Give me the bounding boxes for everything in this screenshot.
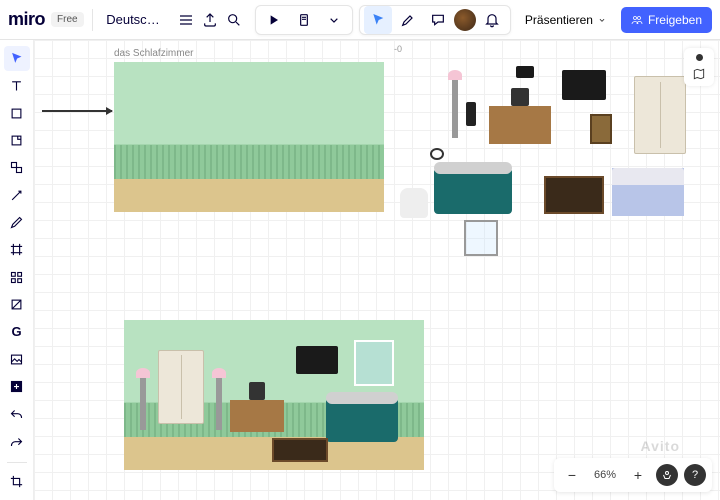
mode-group bbox=[359, 5, 511, 35]
picture-frame-image[interactable] bbox=[590, 114, 612, 144]
speaker-image[interactable] bbox=[466, 102, 476, 126]
room-frame-empty[interactable] bbox=[114, 62, 384, 212]
clipboard-icon[interactable] bbox=[290, 6, 318, 34]
search-icon[interactable] bbox=[225, 6, 243, 34]
line-tool[interactable] bbox=[4, 183, 30, 208]
chevron-down-icon bbox=[597, 15, 607, 25]
placed-bed[interactable] bbox=[326, 398, 398, 442]
placed-tv[interactable] bbox=[296, 346, 338, 374]
furniture-palette[interactable] bbox=[394, 58, 694, 248]
crop-tool[interactable] bbox=[4, 469, 30, 494]
undo-button[interactable] bbox=[4, 403, 30, 428]
fit-view-button[interactable] bbox=[656, 464, 678, 486]
zoom-out-button[interactable]: − bbox=[560, 463, 584, 487]
frame-label[interactable]: das Schlafzimmer bbox=[114, 48, 193, 59]
zoom-in-button[interactable]: + bbox=[626, 463, 650, 487]
board-name[interactable]: Deutsch. Kinder bbox=[100, 12, 171, 27]
highlight-icon[interactable] bbox=[394, 6, 422, 34]
ruler-coord: -0 bbox=[394, 44, 402, 54]
plan-badge[interactable]: Free bbox=[51, 12, 84, 27]
tv-image[interactable] bbox=[562, 70, 606, 100]
room-frame-furnished[interactable] bbox=[124, 320, 424, 470]
window-image[interactable] bbox=[464, 220, 498, 256]
bed-teal-image[interactable] bbox=[434, 168, 512, 214]
image-tool[interactable] bbox=[4, 346, 30, 371]
note-tool[interactable] bbox=[4, 128, 30, 153]
canvas-area[interactable]: -0 das Schlafzimmer bbox=[34, 40, 720, 500]
add-tool[interactable] bbox=[4, 374, 30, 399]
zoom-controls: − 66% + ? bbox=[554, 458, 712, 492]
present-label: Präsentieren bbox=[525, 13, 593, 27]
cursor-mode-icon[interactable] bbox=[364, 6, 392, 34]
menu-icon[interactable] bbox=[177, 6, 195, 34]
share-button[interactable]: Freigeben bbox=[621, 7, 712, 33]
headphones-image[interactable] bbox=[430, 148, 444, 160]
separator bbox=[92, 9, 93, 31]
help-button[interactable]: ? bbox=[684, 464, 706, 486]
present-button[interactable]: Präsentieren bbox=[517, 9, 615, 31]
chevron-down-icon[interactable] bbox=[320, 6, 348, 34]
grid-tool[interactable] bbox=[4, 265, 30, 290]
google-tool[interactable]: G bbox=[4, 319, 30, 344]
frame-tool[interactable] bbox=[4, 237, 30, 262]
minimap-toggle[interactable] bbox=[684, 48, 714, 86]
comment-icon[interactable] bbox=[424, 6, 452, 34]
placed-rug[interactable] bbox=[272, 438, 328, 462]
redo-button[interactable] bbox=[4, 430, 30, 455]
dot-icon bbox=[696, 54, 703, 61]
bell-icon[interactable] bbox=[478, 6, 506, 34]
floor-lamp-image[interactable] bbox=[452, 78, 458, 138]
placed-lamp-right[interactable] bbox=[216, 376, 222, 430]
people-icon bbox=[631, 14, 643, 26]
zoom-level[interactable]: 66% bbox=[590, 469, 620, 481]
user-avatar[interactable] bbox=[454, 9, 476, 31]
export-icon[interactable] bbox=[201, 6, 219, 34]
desk-image[interactable] bbox=[489, 106, 551, 144]
select-tool[interactable] bbox=[4, 46, 30, 71]
watermark: Avito bbox=[641, 438, 680, 454]
sticky-tool[interactable] bbox=[4, 101, 30, 126]
pen-tool[interactable] bbox=[4, 210, 30, 235]
apps-tool[interactable] bbox=[4, 292, 30, 317]
placed-desk[interactable] bbox=[230, 400, 284, 432]
bed-blue-image[interactable] bbox=[612, 168, 684, 216]
armchair-image[interactable] bbox=[400, 188, 428, 218]
play-icon[interactable] bbox=[260, 6, 288, 34]
connector-arrow[interactable] bbox=[42, 110, 112, 112]
placed-window[interactable] bbox=[354, 340, 394, 386]
history-group bbox=[255, 5, 353, 35]
shape-tool[interactable] bbox=[4, 155, 30, 180]
rug-image[interactable] bbox=[544, 176, 604, 214]
placed-wardrobe[interactable] bbox=[158, 350, 204, 424]
top-bar: miro Free Deutsch. Kinder Präsentieren F… bbox=[0, 0, 720, 40]
monitor-small-image[interactable] bbox=[516, 66, 534, 78]
left-toolbar: G bbox=[0, 40, 34, 500]
share-label: Freigeben bbox=[648, 13, 702, 27]
placed-lamp-left[interactable] bbox=[140, 376, 146, 430]
wardrobe-image[interactable] bbox=[634, 76, 686, 154]
miro-logo[interactable]: miro bbox=[8, 9, 45, 30]
map-icon bbox=[692, 67, 706, 81]
text-tool[interactable] bbox=[4, 73, 30, 98]
